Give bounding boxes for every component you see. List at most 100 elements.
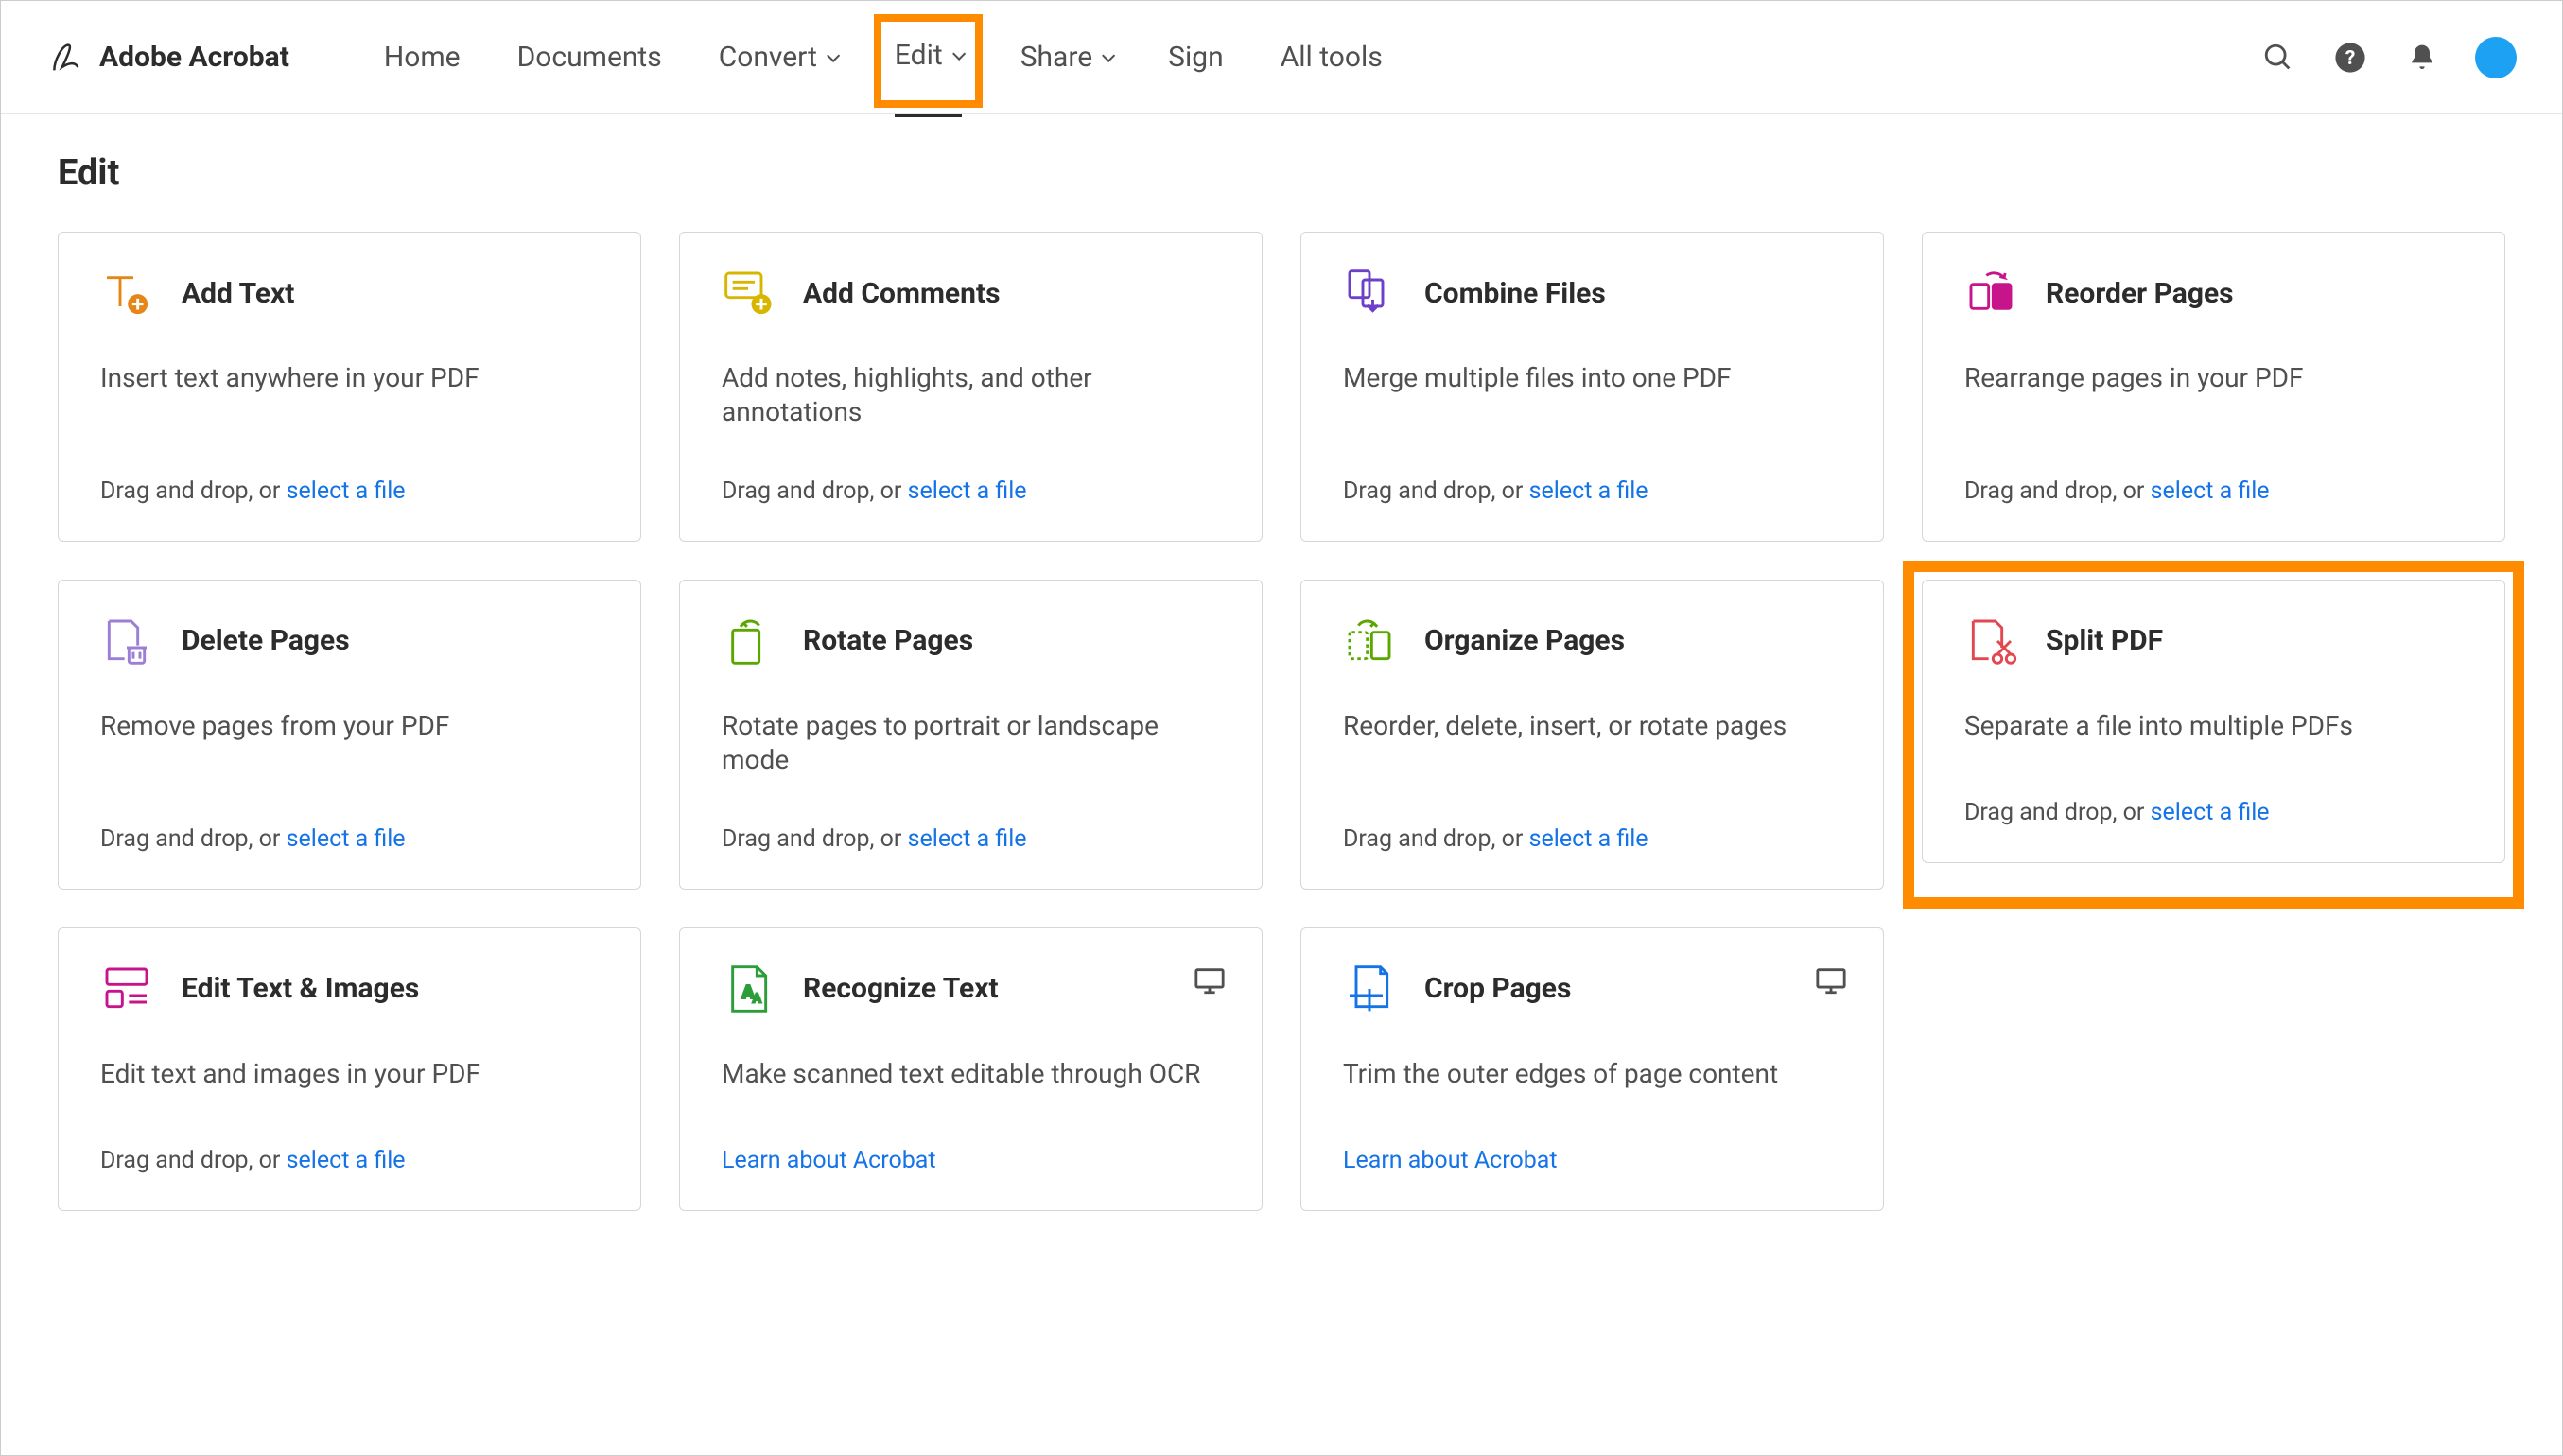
drag-text: Drag and drop, or	[100, 1147, 287, 1174]
chevron-down-icon	[1102, 48, 1115, 61]
card-foot: Drag and drop, or select a file	[100, 825, 599, 853]
nav-documents-label: Documents	[517, 41, 662, 74]
card-title: Recognize Text	[803, 972, 999, 1005]
chevron-down-icon	[952, 46, 966, 60]
card-add-comments[interactable]: Add Comments Add notes, highlights, and …	[679, 232, 1263, 542]
card-title: Reorder Pages	[2046, 277, 2234, 310]
nav-convert[interactable]: Convert	[700, 31, 855, 83]
help-icon[interactable]: ?	[2331, 39, 2369, 77]
card-foot: Drag and drop, or select a file	[722, 477, 1220, 505]
topbar: Adobe Acrobat Home Documents Convert Edi…	[1, 1, 2562, 114]
drag-text: Drag and drop, or	[100, 477, 287, 505]
nav-convert-label: Convert	[719, 41, 817, 74]
select-file-link[interactable]: select a file	[2151, 477, 2270, 505]
select-file-link[interactable]: select a file	[908, 477, 1027, 505]
nav-edit[interactable]: Edit	[874, 14, 983, 108]
card-organize-pages[interactable]: Organize Pages Reorder, delete, insert, …	[1300, 580, 1884, 890]
reorder-pages-icon	[1964, 267, 2017, 320]
brand: Adobe Acrobat	[46, 39, 289, 77]
card-desc: Edit text and images in your PDF	[100, 1057, 599, 1091]
card-split-pdf[interactable]: Split PDF Separate a file into multiple …	[1922, 580, 2505, 863]
card-foot: Drag and drop, or select a file	[722, 825, 1220, 853]
brand-name: Adobe Acrobat	[99, 41, 289, 74]
card-title: Organize Pages	[1424, 624, 1625, 657]
rotate-pages-icon	[722, 615, 775, 667]
desktop-icon	[1194, 964, 1226, 1000]
drag-text: Drag and drop, or	[1964, 477, 2151, 505]
card-edit-text-images[interactable]: Edit Text & Images Edit text and images …	[58, 927, 641, 1211]
learn-about-acrobat-link[interactable]: Learn about Acrobat	[722, 1147, 936, 1174]
combine-files-icon	[1343, 267, 1396, 320]
nav-share[interactable]: Share	[1002, 31, 1130, 83]
card-foot: Drag and drop, or select a file	[1964, 799, 2463, 826]
card-desc: Add notes, highlights, and other annotat…	[722, 361, 1220, 430]
select-file-link[interactable]: select a file	[1529, 477, 1648, 505]
card-desc: Trim the outer edges of page content	[1343, 1057, 1841, 1091]
add-text-icon	[100, 267, 153, 320]
card-desc: Make scanned text editable through OCR	[722, 1057, 1220, 1091]
card-desc: Insert text anywhere in your PDF	[100, 361, 599, 395]
card-foot: Drag and drop, or select a file	[1343, 477, 1841, 505]
page-title: Edit	[58, 152, 2505, 194]
select-file-link[interactable]: select a file	[287, 825, 406, 853]
nav-share-label: Share	[1020, 41, 1092, 74]
split-pdf-icon	[1964, 615, 2017, 667]
card-add-text[interactable]: Add Text Insert text anywhere in your PD…	[58, 232, 641, 542]
acrobat-logo-icon	[46, 39, 84, 77]
card-title: Add Text	[182, 277, 294, 310]
card-title: Rotate Pages	[803, 624, 973, 657]
main-nav: Home Documents Convert Edit Share Sign A…	[365, 7, 1402, 108]
crop-pages-icon	[1343, 962, 1396, 1015]
drag-text: Drag and drop, or	[1343, 477, 1529, 505]
nav-documents[interactable]: Documents	[498, 31, 681, 83]
select-file-link[interactable]: select a file	[908, 825, 1027, 853]
card-foot: Learn about Acrobat	[1343, 1147, 1841, 1174]
card-rotate-pages[interactable]: Rotate Pages Rotate pages to portrait or…	[679, 580, 1263, 890]
card-recognize-text[interactable]: AA Recognize Text Make scanned text edit…	[679, 927, 1263, 1211]
card-desc: Separate a file into multiple PDFs	[1964, 709, 2463, 743]
card-title: Edit Text & Images	[182, 972, 419, 1005]
tools-grid: Add Text Insert text anywhere in your PD…	[58, 232, 2505, 1211]
card-crop-pages[interactable]: Crop Pages Trim the outer edges of page …	[1300, 927, 1884, 1211]
select-file-link[interactable]: select a file	[1529, 825, 1648, 853]
nav-sign-label: Sign	[1168, 41, 1224, 74]
card-foot: Drag and drop, or select a file	[100, 477, 599, 505]
card-combine-files[interactable]: Combine Files Merge multiple files into …	[1300, 232, 1884, 542]
chevron-down-icon	[827, 48, 840, 61]
nav-alltools[interactable]: All tools	[1262, 31, 1402, 83]
add-comments-icon	[722, 267, 775, 320]
drag-text: Drag and drop, or	[1964, 799, 2151, 826]
notifications-icon[interactable]	[2403, 39, 2441, 77]
card-delete-pages[interactable]: Delete Pages Remove pages from your PDF …	[58, 580, 641, 890]
user-avatar[interactable]	[2475, 37, 2517, 78]
card-title: Delete Pages	[182, 624, 350, 657]
card-desc: Rearrange pages in your PDF	[1964, 361, 2463, 395]
drag-text: Drag and drop, or	[100, 825, 287, 853]
select-file-link[interactable]: select a file	[2151, 799, 2270, 826]
svg-text:?: ?	[2345, 46, 2356, 70]
card-reorder-pages[interactable]: Reorder Pages Rearrange pages in your PD…	[1922, 232, 2505, 542]
search-icon[interactable]	[2259, 39, 2297, 77]
nav-alltools-label: All tools	[1281, 41, 1383, 74]
card-foot: Drag and drop, or select a file	[100, 1147, 599, 1174]
topbar-right: ?	[2259, 37, 2517, 78]
content: Edit Add Text Insert text anywhere in yo…	[1, 114, 2562, 1249]
drag-text: Drag and drop, or	[722, 825, 908, 853]
card-foot: Drag and drop, or select a file	[1964, 477, 2463, 505]
select-file-link[interactable]: select a file	[287, 1147, 406, 1174]
delete-pages-icon	[100, 615, 153, 667]
card-title: Add Comments	[803, 277, 1001, 310]
nav-sign[interactable]: Sign	[1149, 31, 1243, 83]
card-desc: Reorder, delete, insert, or rotate pages	[1343, 709, 1841, 743]
drag-text: Drag and drop, or	[1343, 825, 1529, 853]
card-split-pdf-wrap: Split PDF Separate a file into multiple …	[1922, 580, 2505, 890]
desktop-icon	[1815, 964, 1847, 1000]
edit-text-images-icon	[100, 962, 153, 1015]
card-desc: Merge multiple files into one PDF	[1343, 361, 1841, 395]
learn-about-acrobat-link[interactable]: Learn about Acrobat	[1343, 1147, 1558, 1174]
card-title: Split PDF	[2046, 624, 2163, 657]
nav-home[interactable]: Home	[365, 31, 479, 83]
card-title: Combine Files	[1424, 277, 1606, 310]
nav-edit-label: Edit	[895, 39, 943, 72]
select-file-link[interactable]: select a file	[287, 477, 406, 505]
